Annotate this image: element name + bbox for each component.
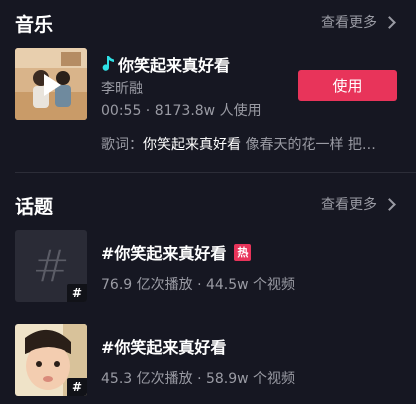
lyrics-highlight: 你笑起来真好看 bbox=[143, 137, 241, 153]
music-title[interactable]: 你笑起来真好看 bbox=[101, 52, 230, 76]
use-button[interactable]: 使用 bbox=[298, 70, 397, 101]
lyrics-rest: 像春天的花一样 把… bbox=[241, 137, 376, 153]
music-section-header: 音乐 查看更多 bbox=[0, 4, 416, 44]
music-cover-thumbnail[interactable] bbox=[15, 48, 87, 120]
chevron-right-icon bbox=[383, 15, 396, 29]
topic-section-title: 话题 bbox=[15, 196, 54, 218]
topic-stats: 45.3 亿次播放 · 58.9w 个视频 bbox=[101, 371, 296, 387]
play-icon[interactable] bbox=[44, 74, 61, 96]
hot-badge: 热 bbox=[234, 243, 252, 261]
topic-thumbnail[interactable]: # bbox=[15, 324, 87, 396]
topic-title-text: #你笑起来真好看 bbox=[101, 338, 227, 357]
topic-title[interactable]: #你笑起来真好看 bbox=[101, 334, 226, 358]
music-see-more-label: 查看更多 bbox=[321, 15, 377, 31]
topic-see-more-link[interactable]: 查看更多 bbox=[321, 194, 396, 214]
music-stats: 00:55 · 8173.8w 人使用 bbox=[101, 103, 262, 119]
music-artist: 李昕融 bbox=[101, 81, 143, 97]
topic-thumbnail[interactable]: # # bbox=[15, 230, 87, 302]
topic-title[interactable]: #你笑起来真好看 热 bbox=[101, 240, 252, 264]
topic-section-header: 话题 查看更多 bbox=[0, 186, 416, 226]
lyrics-prefix: 歌词： bbox=[101, 137, 143, 153]
music-title-text: 你笑起来真好看 bbox=[118, 56, 231, 75]
hashtag-badge-icon: # bbox=[67, 378, 87, 396]
topic-see-more-label: 查看更多 bbox=[321, 197, 377, 213]
music-see-more-link[interactable]: 查看更多 bbox=[321, 12, 396, 32]
chevron-right-icon bbox=[383, 197, 396, 211]
hashtag-badge-icon: # bbox=[67, 284, 87, 302]
topic-title-text: #你笑起来真好看 bbox=[101, 244, 227, 263]
section-divider bbox=[15, 172, 416, 173]
music-note-icon bbox=[102, 56, 114, 71]
music-lyrics: 歌词：你笑起来真好看 像春天的花一样 把… bbox=[101, 134, 401, 154]
topic-stats: 76.9 亿次播放 · 44.5w 个视频 bbox=[101, 277, 296, 293]
music-section-title: 音乐 bbox=[15, 14, 54, 36]
